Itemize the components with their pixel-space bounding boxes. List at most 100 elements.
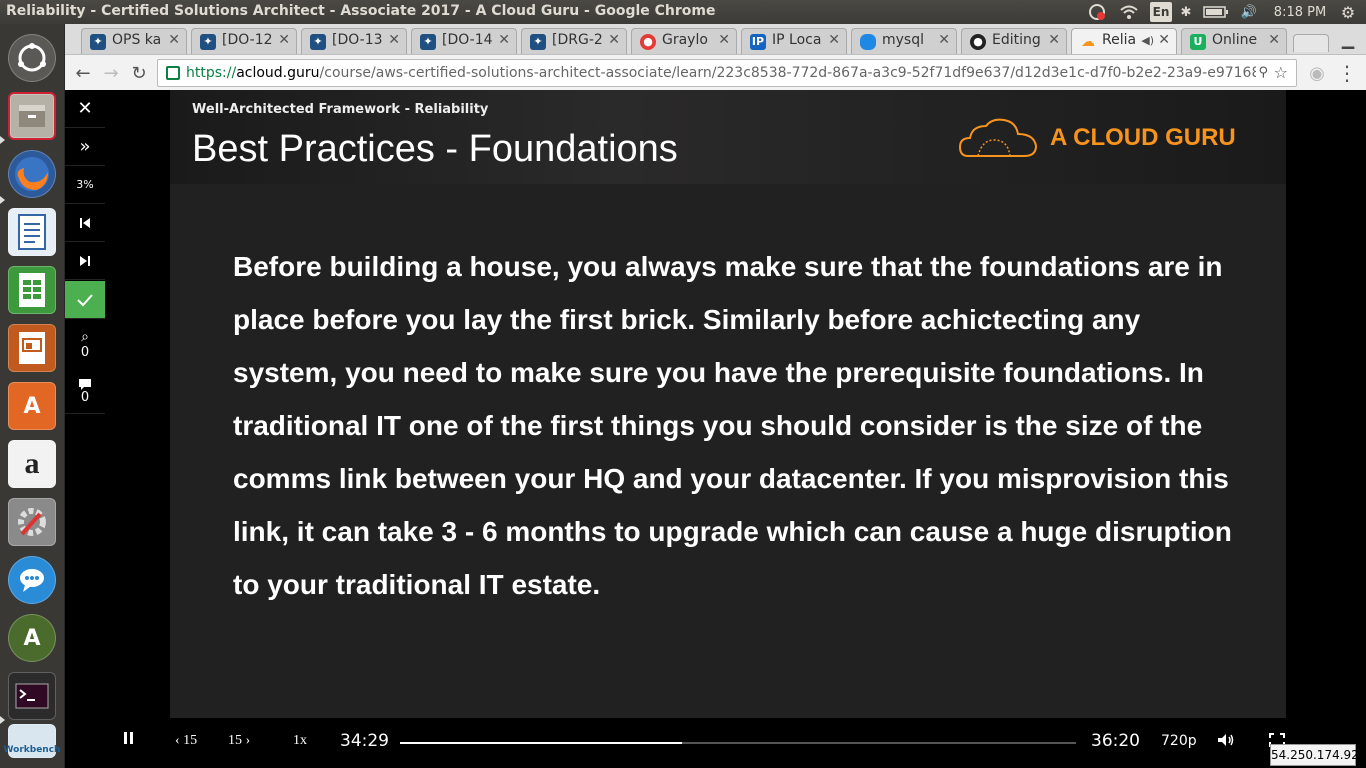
tab-close-icon[interactable]: ✕ [168,32,180,48]
slide-section-label: Well-Architected Framework - Reliability [192,102,489,117]
seek-bar-fill [400,742,682,744]
back-button[interactable]: ← [71,61,95,85]
terminal-icon[interactable] [8,672,56,720]
tab-close-icon[interactable]: ✕ [718,32,730,48]
bookmark-star-icon[interactable]: ☆ [1274,63,1288,82]
forward-button[interactable]: → [99,61,123,85]
mark-complete-button[interactable] [65,281,105,319]
comments-button[interactable]: 0 [65,370,105,414]
tab-ip-location[interactable]: IP IP Loca ✕ [741,28,847,54]
course-sidebar: ✕ » 3% ⌕ 0 0 [65,90,105,768]
tab-online[interactable]: U Online ✕ [1181,28,1287,54]
tab-do-12[interactable]: ✦ [DO-12 ✕ [191,28,297,54]
video-slide: Well-Architected Framework - Reliability… [170,90,1286,718]
slide-title: Best Practices - Foundations [192,128,678,170]
system-settings-icon[interactable] [8,498,56,546]
chevron-right-icon: › [242,733,251,748]
profile-icon[interactable]: ▁ [1335,30,1361,52]
update-manager-icon[interactable]: A [8,614,56,662]
tab-mysql[interactable]: mysql ✕ [851,28,957,54]
tab-ops[interactable]: ✦ OPS ka ✕ [81,28,187,54]
tab-reliability[interactable]: ☁ Relia ◀) ✕ [1071,28,1177,54]
tab-do-14[interactable]: ✦ [DO-14 ✕ [411,28,517,54]
a-cloud-guru-logo: A CLOUD GURU [958,116,1236,160]
logo-text: A CLOUD GURU [1050,124,1236,151]
comments-count: 0 [80,390,90,405]
impress-icon[interactable] [8,324,56,372]
battery-icon[interactable] [1202,2,1230,22]
forward-15-button[interactable]: 15 › [228,733,250,749]
playback-speed[interactable]: 1x [293,733,307,749]
tab-close-icon[interactable]: ✕ [498,32,510,48]
cloud-logo-icon [958,118,1038,157]
tab-do-13[interactable]: ✦ [DO-13 ✕ [301,28,407,54]
u-icon: U [1190,34,1206,50]
course-progress: 3% [65,166,105,204]
close-icon[interactable]: ✕ [65,90,105,128]
pause-button[interactable] [123,731,135,749]
page-content: ✕ » 3% ⌕ 0 0 Well-Architected Framework … [65,90,1366,768]
cloud-icon: ☁ [1081,34,1095,50]
next-lesson-icon[interactable]: » [65,128,105,166]
software-center-icon[interactable]: A [8,382,56,430]
chat-icon[interactable] [8,556,56,604]
dash-home-icon[interactable] [8,34,56,82]
browser-chrome: ✦ OPS ka ✕ ✦ [DO-12 ✕ ✦ [DO-13 ✕ ✦ [DO-1… [65,24,1366,90]
tab-close-icon[interactable]: ✕ [278,32,290,48]
jira-icon: ✦ [200,34,216,50]
volume-icon[interactable]: 🔊 [1238,2,1260,22]
volume-icon[interactable] [1217,733,1235,751]
tab-editing[interactable]: ● Editing ✕ [961,28,1067,54]
network-status-icon[interactable] [1086,2,1108,22]
chevron-left-icon: ‹ [175,733,184,748]
tab-close-icon[interactable]: ✕ [388,32,400,48]
rewind-15-button[interactable]: ‹ 15 [175,733,197,749]
calc-icon[interactable] [8,266,56,314]
new-tab-button[interactable] [1293,34,1329,52]
bluetooth-icon[interactable]: ✱ [1178,2,1194,22]
tab-close-icon[interactable]: ✕ [1158,32,1170,48]
github-icon: ● [970,34,986,50]
address-bar[interactable]: https://acloud.guru/course/aws-certified… [157,59,1297,87]
quality-selector[interactable]: 720p [1161,733,1197,749]
attachments-count: 0 [80,344,90,360]
browser-toolbar: ← → ↻ https://acloud.guru/course/aws-cer… [65,54,1366,90]
keyboard-layout-indicator[interactable]: En [1150,2,1172,22]
elapsed-time: 34:29 [340,731,389,751]
slide-header: Well-Architected Framework - Reliability… [170,90,1286,184]
amazon-icon[interactable]: a [8,440,56,488]
slide-body-text: Before building a house, you always make… [233,251,1232,600]
tab-close-icon[interactable]: ✕ [608,32,620,48]
unity-launcher: A a A Workbench [0,24,65,768]
writer-icon[interactable] [8,208,56,256]
tab-graylog[interactable]: ● Graylo ✕ [631,28,737,54]
attachments-button[interactable]: ⌕ 0 [65,322,105,366]
extension-icon[interactable]: ◉ [1305,61,1329,85]
key-icon[interactable]: ⚲ [1258,65,1268,80]
chrome-menu-icon[interactable]: ⋮ [1335,61,1359,85]
speaker-icon[interactable]: ◀) [1141,34,1154,47]
database-icon [860,34,876,50]
video-player[interactable]: Well-Architected Framework - Reliability… [105,90,1352,718]
url-text[interactable]: https://acloud.guru/course/aws-certified… [186,65,1256,81]
firefox-icon[interactable] [8,150,56,198]
paperclip-icon: ⌕ [81,328,89,345]
tab-close-icon[interactable]: ✕ [1268,32,1280,48]
clock[interactable]: 8:18 PM [1270,2,1330,22]
player-controls: ‹ 15 15 › 1x 34:29 36:20 720p [105,718,1366,768]
tab-close-icon[interactable]: ✕ [938,32,950,48]
seek-bar[interactable] [400,742,1076,744]
skip-back-icon[interactable] [65,204,105,242]
workbench-icon[interactable]: Workbench [4,724,60,758]
files-icon[interactable] [8,92,56,140]
skip-forward-icon[interactable] [65,242,105,280]
system-gear-icon[interactable]: ⚙ [1336,2,1360,22]
tab-drg-2[interactable]: ✦ [DRG-2 ✕ [521,28,627,54]
secure-lock-icon[interactable] [166,66,180,80]
jira-icon: ✦ [310,34,326,50]
total-duration: 36:20 [1091,731,1140,751]
wifi-icon[interactable] [1118,2,1140,22]
tab-close-icon[interactable]: ✕ [828,32,840,48]
reload-button[interactable]: ↻ [127,61,151,85]
tab-close-icon[interactable]: ✕ [1048,32,1060,48]
